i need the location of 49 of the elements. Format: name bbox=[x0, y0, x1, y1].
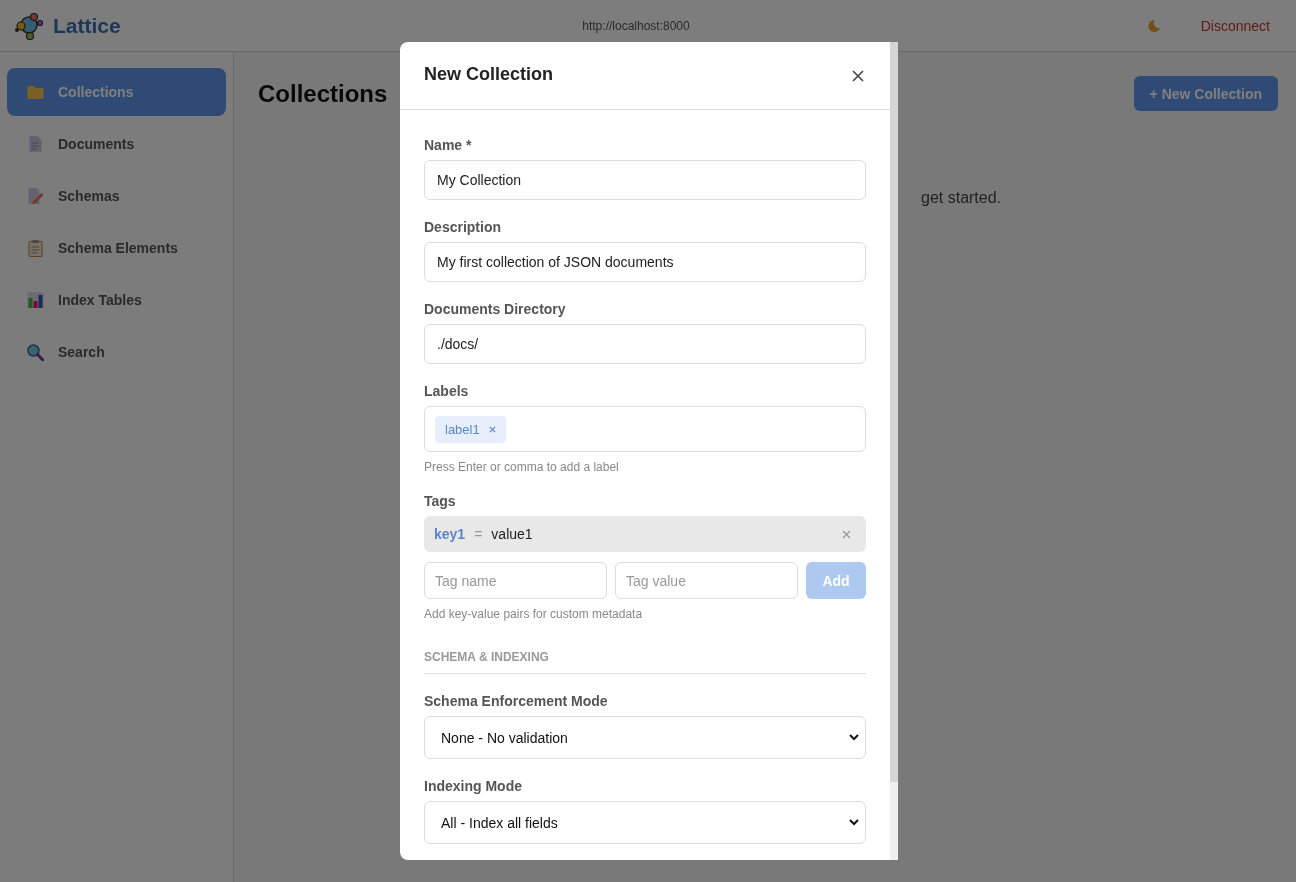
close-icon[interactable] bbox=[852, 69, 864, 82]
sidebar-item[interactable]: Documents bbox=[7, 120, 226, 168]
text-field[interactable]: My first collection of JSON documents bbox=[424, 242, 866, 282]
select-field[interactable]: None - No validation bbox=[424, 716, 866, 759]
disconnect-link[interactable]: Disconnect bbox=[1200, 17, 1270, 34]
document-pencil-icon bbox=[27, 188, 44, 204]
field-label: Name * bbox=[424, 136, 473, 154]
remove-icon[interactable] bbox=[842, 529, 851, 539]
field-label: Description bbox=[424, 218, 502, 236]
section-heading: SCHEMA & INDEXING bbox=[424, 650, 549, 664]
help-text: Add key-value pairs for custom metadata bbox=[424, 607, 644, 621]
help-text: Press Enter or comma to add a label bbox=[424, 460, 620, 474]
logo-icon bbox=[14, 11, 44, 40]
tag-key: key1 bbox=[434, 526, 466, 542]
document-icon bbox=[27, 136, 44, 152]
empty-state-text: get started. bbox=[921, 189, 1003, 207]
field-label: Tags bbox=[424, 492, 457, 510]
chip-text: label1 bbox=[445, 421, 480, 437]
text-field[interactable]: My Collection bbox=[424, 160, 866, 200]
folder-icon bbox=[27, 85, 44, 99]
search-icon bbox=[27, 343, 44, 361]
tag-name-field[interactable]: Tag name bbox=[424, 562, 607, 599]
chevron-icon bbox=[849, 819, 859, 826]
field-label: Labels bbox=[424, 382, 470, 400]
server-url: http://localhost:8000 bbox=[581, 18, 691, 33]
app-name: Lattice bbox=[53, 13, 121, 38]
sidebar-item[interactable]: Schema Elements bbox=[7, 224, 226, 272]
sidebar-item[interactable]: Index Tables bbox=[7, 276, 226, 324]
sidebar-item[interactable]: Schemas bbox=[7, 172, 226, 220]
remove-icon[interactable] bbox=[488, 425, 496, 433]
new-collection-button[interactable]: + New Collection bbox=[1133, 76, 1278, 111]
tag-separator: = bbox=[474, 526, 483, 542]
scrollbar[interactable] bbox=[890, 42, 898, 860]
modal-title: New Collection bbox=[424, 64, 553, 85]
field-label: Indexing Mode bbox=[424, 777, 523, 795]
tag-value: value1 bbox=[491, 526, 533, 542]
tag-value-field[interactable]: Tag value bbox=[615, 562, 798, 599]
clipboard-icon bbox=[27, 239, 44, 257]
chevron-icon bbox=[849, 734, 859, 741]
field-label: Schema Enforcement Mode bbox=[424, 692, 609, 710]
field-label: Documents Directory bbox=[424, 300, 567, 318]
labels-field[interactable]: label1 bbox=[424, 406, 866, 452]
bar-chart-icon bbox=[27, 292, 44, 308]
text-field[interactable]: ./docs/ bbox=[424, 324, 866, 364]
moon-icon[interactable] bbox=[1146, 18, 1161, 33]
sidebar-item[interactable]: Collections bbox=[7, 68, 226, 116]
page-title: Collections bbox=[258, 79, 388, 108]
sidebar-item[interactable]: Search bbox=[7, 328, 226, 376]
select-field[interactable]: All - Index all fields bbox=[424, 801, 866, 844]
